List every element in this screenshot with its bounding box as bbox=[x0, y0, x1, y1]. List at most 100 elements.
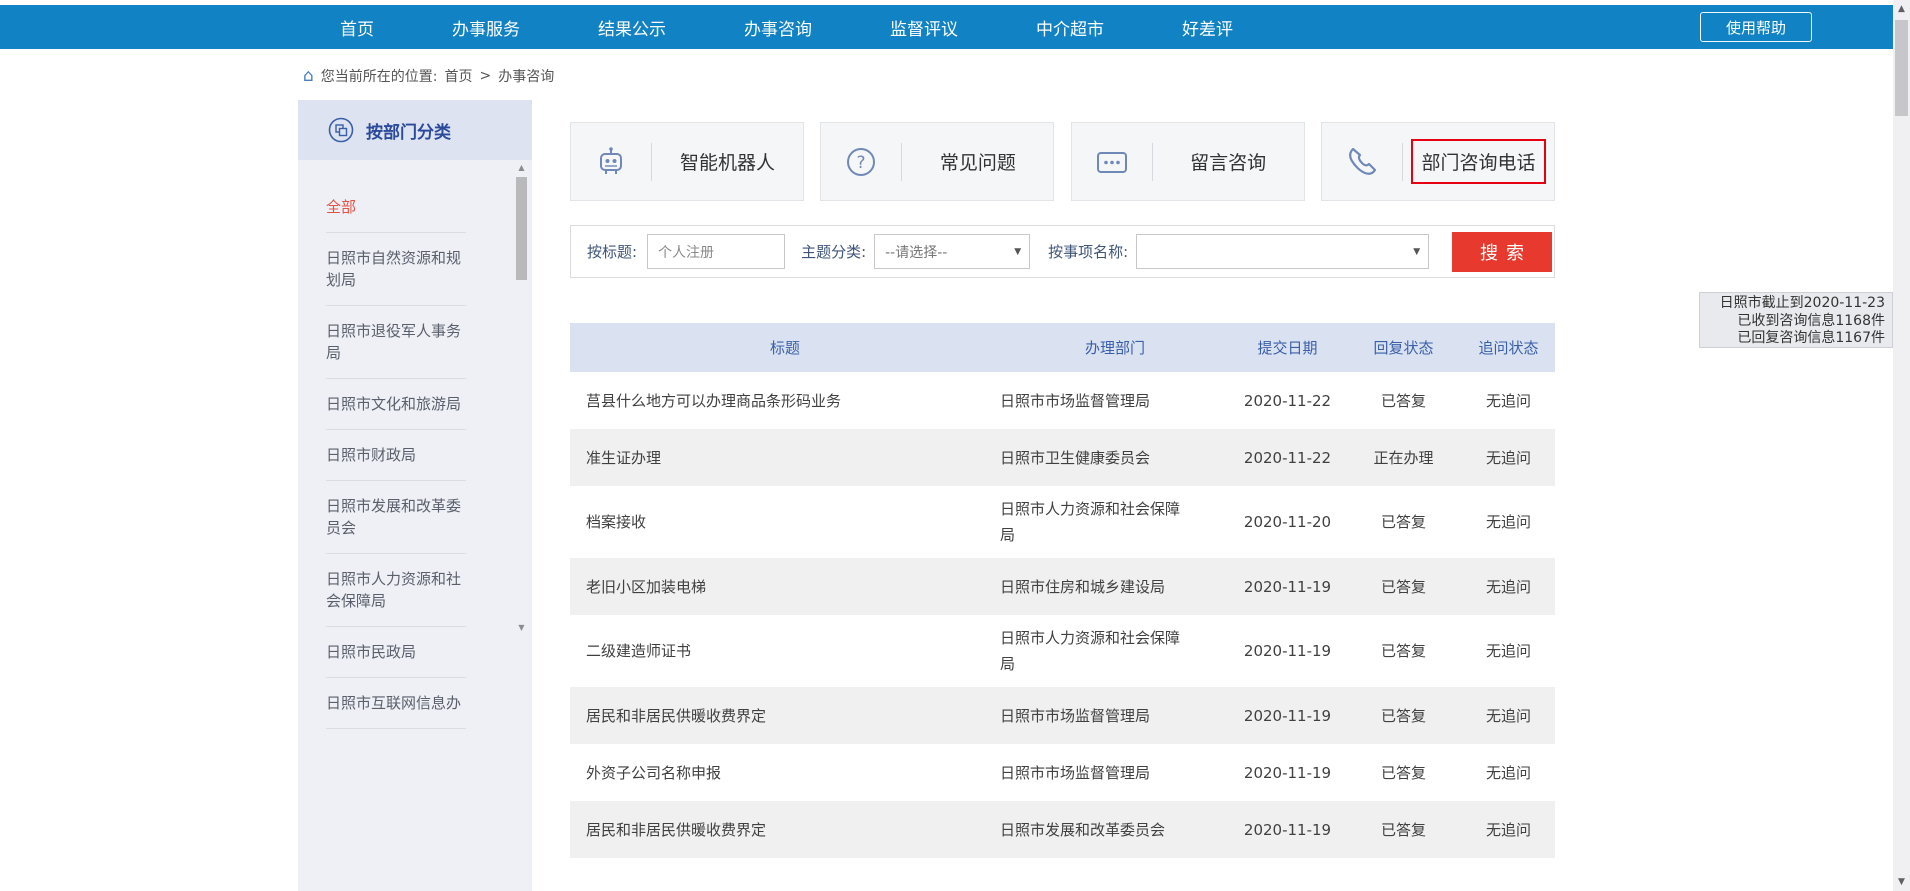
row-date: 2020-11-22 bbox=[1230, 435, 1345, 481]
tab-label: 常见问题 bbox=[902, 148, 1053, 175]
row-date: 2020-11-19 bbox=[1230, 628, 1345, 674]
row-department: 日照市住房和城乡建设局 bbox=[1000, 564, 1230, 610]
sidebar-department-item[interactable]: 日照市自然资源和规划局 bbox=[326, 233, 466, 306]
row-date: 2020-11-22 bbox=[1230, 378, 1345, 424]
page-scrollbar[interactable]: ▲ ▼ bbox=[1893, 0, 1910, 891]
row-reply-status: 已答复 bbox=[1345, 499, 1462, 545]
table-row[interactable]: 档案接收 日照市人力资源和社会保障局 2020-11-20 已答复 无追问 bbox=[570, 486, 1555, 558]
home-icon: ⌂ bbox=[303, 68, 314, 85]
row-reply-status: 已答复 bbox=[1345, 693, 1462, 739]
sidebar-list: 全部 日照市自然资源和规划局 日照市退役军人事务局 日照市文化和旅游局 日照市财… bbox=[298, 160, 532, 729]
row-title[interactable]: 档案接收 bbox=[570, 499, 1000, 545]
sidebar-department-item[interactable]: 全部 bbox=[326, 182, 466, 233]
row-title[interactable]: 老旧小区加装电梯 bbox=[570, 564, 1000, 610]
row-date: 2020-11-19 bbox=[1230, 693, 1345, 739]
category-icon bbox=[328, 117, 354, 143]
sidebar-title: 按部门分类 bbox=[366, 118, 451, 143]
row-followup-status: 无追问 bbox=[1462, 693, 1555, 739]
message-icon bbox=[1072, 145, 1152, 179]
table-body: 莒县什么地方可以办理商品条形码业务 日照市市场监督管理局 2020-11-22 … bbox=[570, 372, 1555, 858]
table-header-row: 标题 办理部门 提交日期 回复状态 追问状态 bbox=[570, 323, 1555, 372]
scroll-up-icon[interactable]: ▲ bbox=[1893, 4, 1910, 14]
tab-label-highlighted: 部门咨询电话 bbox=[1411, 139, 1546, 184]
department-sidebar: 按部门分类 全部 日照市自然资源和规划局 日照市退役军人事务局 日照市文化和旅游… bbox=[298, 100, 532, 891]
row-title[interactable]: 外资子公司名称申报 bbox=[570, 750, 1000, 796]
tab-message-consult[interactable]: 留言咨询 bbox=[1071, 122, 1305, 201]
title-search-input[interactable] bbox=[647, 234, 785, 269]
nav-item[interactable]: 结果公示 bbox=[598, 15, 666, 40]
column-header-reply: 回复状态 bbox=[1345, 337, 1462, 358]
category-select-value: --请选择-- bbox=[885, 242, 947, 262]
column-header-dept: 办理部门 bbox=[1000, 337, 1230, 358]
row-followup-status: 无追问 bbox=[1462, 750, 1555, 796]
robot-icon bbox=[571, 145, 651, 179]
table-row[interactable]: 居民和非居民供暖收费界定 日照市市场监督管理局 2020-11-19 已答复 无… bbox=[570, 687, 1555, 744]
tab-smart-robot[interactable]: 智能机器人 bbox=[570, 122, 804, 201]
main-content: 智能机器人 ? 常见问题 留言咨询 bbox=[570, 122, 1555, 858]
column-header-followup: 追问状态 bbox=[1462, 337, 1555, 358]
nav-item[interactable]: 首页 bbox=[340, 15, 374, 40]
row-followup-status: 无追问 bbox=[1462, 564, 1555, 610]
scroll-down-icon[interactable]: ▼ bbox=[1893, 877, 1910, 887]
help-button[interactable]: 使用帮助 bbox=[1700, 12, 1812, 42]
row-department: 日照市发展和改革委员会 bbox=[1000, 807, 1230, 853]
table-row[interactable]: 二级建造师证书 日照市人力资源和社会保障局 2020-11-19 已答复 无追问 bbox=[570, 615, 1555, 687]
table-row[interactable]: 老旧小区加装电梯 日照市住房和城乡建设局 2020-11-19 已答复 无追问 bbox=[570, 558, 1555, 615]
nav-item[interactable]: 办事咨询 bbox=[744, 15, 812, 40]
tab-label: 留言咨询 bbox=[1153, 148, 1304, 175]
sidebar-department-item[interactable]: 日照市文化和旅游局 bbox=[326, 379, 466, 430]
tab-faq[interactable]: ? 常见问题 bbox=[820, 122, 1054, 201]
sidebar-scroll-up-icon[interactable]: ▲ bbox=[515, 163, 528, 172]
row-followup-status: 无追问 bbox=[1462, 628, 1555, 674]
sidebar-department-item[interactable]: 日照市财政局 bbox=[326, 430, 466, 481]
search-button[interactable]: 搜索 bbox=[1452, 232, 1552, 272]
row-department: 日照市卫生健康委员会 bbox=[1000, 435, 1230, 481]
row-title[interactable]: 准生证办理 bbox=[570, 435, 1000, 481]
sidebar-department-item[interactable]: 日照市退役军人事务局 bbox=[326, 306, 466, 379]
sidebar-scrollbar[interactable]: ▲ ▼ bbox=[515, 145, 528, 705]
item-name-select[interactable]: ▼ bbox=[1136, 234, 1429, 269]
category-select[interactable]: --请选择-- ▼ bbox=[874, 234, 1030, 269]
sidebar-scroll-down-icon[interactable]: ▼ bbox=[515, 623, 528, 632]
nav-item[interactable]: 办事服务 bbox=[452, 15, 520, 40]
row-date: 2020-11-19 bbox=[1230, 807, 1345, 853]
row-date: 2020-11-20 bbox=[1230, 499, 1345, 545]
table-row[interactable]: 外资子公司名称申报 日照市市场监督管理局 2020-11-19 已答复 无追问 bbox=[570, 744, 1555, 801]
row-reply-status: 已答复 bbox=[1345, 807, 1462, 853]
svg-text:?: ? bbox=[857, 153, 866, 173]
row-title[interactable]: 居民和非居民供暖收费界定 bbox=[570, 807, 1000, 853]
sidebar-department-item[interactable]: 日照市互联网信息办 bbox=[326, 678, 466, 729]
row-reply-status: 已答复 bbox=[1345, 378, 1462, 424]
phone-icon bbox=[1322, 145, 1402, 179]
sidebar-department-item[interactable]: 日照市民政局 bbox=[326, 627, 466, 678]
page-scrollbar-thumb[interactable] bbox=[1895, 20, 1908, 116]
tab-label: 智能机器人 bbox=[652, 148, 803, 175]
nav-item[interactable]: 中介超市 bbox=[1036, 15, 1104, 40]
row-reply-status: 已答复 bbox=[1345, 628, 1462, 674]
row-department: 日照市市场监督管理局 bbox=[1000, 378, 1230, 424]
chevron-down-icon: ▼ bbox=[1413, 247, 1420, 257]
row-department: 日照市市场监督管理局 bbox=[1000, 693, 1230, 739]
category-filter-label: 主题分类: bbox=[801, 241, 866, 262]
nav-item[interactable]: 监督评议 bbox=[890, 15, 958, 40]
table-row[interactable]: 居民和非居民供暖收费界定 日照市发展和改革委员会 2020-11-19 已答复 … bbox=[570, 801, 1555, 858]
consult-tabs: 智能机器人 ? 常见问题 留言咨询 bbox=[570, 122, 1555, 201]
row-title[interactable]: 居民和非居民供暖收费界定 bbox=[570, 693, 1000, 739]
breadcrumb-home-link[interactable]: 首页 bbox=[445, 66, 473, 86]
row-department: 日照市人力资源和社会保障局 bbox=[1000, 615, 1230, 687]
table-row[interactable]: 莒县什么地方可以办理商品条形码业务 日照市市场监督管理局 2020-11-22 … bbox=[570, 372, 1555, 429]
chevron-down-icon: ▼ bbox=[1014, 247, 1021, 257]
breadcrumb-prefix: 您当前所在的位置: bbox=[321, 66, 438, 86]
tab-department-phone[interactable]: 部门咨询电话 bbox=[1321, 122, 1555, 201]
row-date: 2020-11-19 bbox=[1230, 564, 1345, 610]
sidebar-scrollbar-thumb[interactable] bbox=[516, 177, 527, 280]
row-title[interactable]: 二级建造师证书 bbox=[570, 628, 1000, 674]
sidebar-department-item[interactable]: 日照市发展和改革委员会 bbox=[326, 481, 466, 554]
statistics-notice: 日照市截止到2020-11-23 已收到咨询信息1168件 已回复咨询信息116… bbox=[1699, 292, 1893, 348]
nav-item[interactable]: 好差评 bbox=[1182, 15, 1233, 40]
row-title[interactable]: 莒县什么地方可以办理商品条形码业务 bbox=[570, 378, 1000, 424]
sidebar-department-item[interactable]: 日照市人力资源和社会保障局 bbox=[326, 554, 466, 627]
row-followup-status: 无追问 bbox=[1462, 378, 1555, 424]
row-reply-status: 已答复 bbox=[1345, 750, 1462, 796]
table-row[interactable]: 准生证办理 日照市卫生健康委员会 2020-11-22 正在办理 无追问 bbox=[570, 429, 1555, 486]
